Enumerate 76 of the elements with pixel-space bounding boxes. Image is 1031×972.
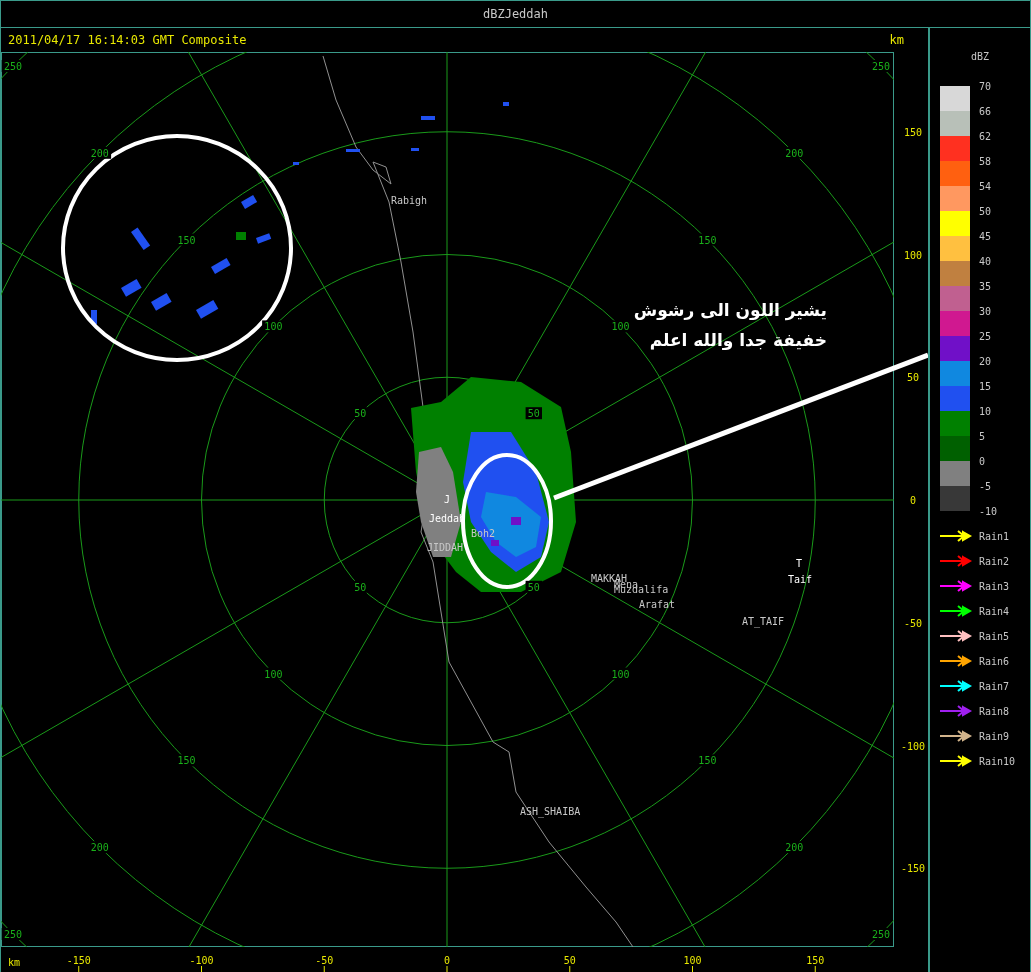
range-label: 50 [527, 408, 540, 420]
axis-tick-label: -150 [66, 955, 91, 966]
axis-tick-label: 0 [910, 495, 916, 506]
range-label: 50 [354, 581, 367, 593]
scale-label: 40 [979, 256, 992, 267]
scale-label: -5 [979, 481, 992, 492]
range-label: 250 [4, 929, 23, 940]
scale-label: 50 [979, 206, 992, 217]
scale-label: 54 [979, 181, 992, 192]
axis-tick-label: -50 [315, 955, 334, 966]
range-label: 200 [90, 842, 109, 854]
axis-tick-label: -150 [900, 863, 926, 875]
scale-label: 10 [979, 406, 992, 417]
place-label: Taif [788, 574, 813, 585]
scale-label: 45 [979, 231, 992, 242]
track-label: Rain10 [979, 756, 1016, 767]
track-label: Rain9 [979, 731, 1010, 742]
timestamp-label: 2011/04/17 16:14:03 GMT Composite [8, 32, 247, 49]
place-label: AT_TAIF [742, 616, 785, 627]
legend-title: dBZ [970, 51, 990, 62]
axis-tick-label: -50 [903, 617, 923, 629]
range-label: 50 [354, 408, 367, 420]
range-label: 100 [264, 321, 283, 333]
range-label: 150 [177, 234, 196, 246]
track-label: Rain1 [979, 531, 1010, 542]
axis-unit-label: km [8, 957, 21, 968]
scale-label: 0 [979, 456, 986, 467]
axis-tick-label: 0 [444, 955, 450, 966]
place-label: Arafat [639, 599, 676, 610]
place-label: ASH_SHAIBA [520, 806, 581, 817]
range-label: 250 [4, 61, 23, 72]
scale-label: 20 [979, 356, 992, 367]
range-label: 250 [871, 61, 890, 72]
range-label: 150 [698, 234, 717, 246]
scale-label: 62 [979, 131, 992, 142]
place-label: Rabigh [391, 195, 428, 206]
axis-tick-label: -100 [900, 740, 926, 752]
annotation-text: يشير اللون الى رشوش [633, 300, 827, 320]
scale-label: 25 [979, 331, 992, 342]
annotation-text: خفيفة جدا والله اعلم [649, 330, 827, 350]
axis-tick-label: 100 [903, 249, 923, 261]
axis-tick-label: 50 [907, 372, 919, 384]
range-label: 100 [611, 668, 630, 680]
track-label: Rain3 [979, 581, 1010, 592]
scale-label: 30 [979, 306, 992, 317]
scale-label: 5 [979, 431, 986, 442]
place-label: T [796, 558, 803, 569]
axis-tick-label: -100 [189, 955, 214, 966]
axis-unit-label: km [889, 32, 904, 49]
range-label: 200 [785, 842, 804, 854]
range-label: 200 [90, 147, 109, 159]
track-label: Rain4 [979, 606, 1010, 617]
range-label: 100 [264, 668, 283, 680]
range-label: 50 [527, 581, 540, 593]
track-label: Rain5 [979, 631, 1010, 642]
track-label: Rain7 [979, 681, 1010, 692]
range-label: 150 [698, 755, 717, 767]
scale-label: -10 [979, 506, 998, 517]
window-title: dBZJeddah [483, 6, 548, 23]
range-label: 150 [177, 755, 196, 767]
place-label: J [444, 494, 451, 505]
axis-tick-label: 150 [903, 126, 923, 138]
range-label: 100 [611, 321, 630, 333]
scale-label: 15 [979, 381, 992, 392]
axis-tick-label: 100 [683, 955, 702, 966]
track-label: Rain6 [979, 656, 1010, 667]
range-label: 200 [785, 147, 804, 159]
track-label: Rain2 [979, 556, 1010, 567]
range-label: 250 [871, 929, 890, 940]
track-label: Rain8 [979, 706, 1010, 717]
scale-label: 70 [979, 81, 992, 92]
axis-tick-label: 150 [806, 955, 825, 966]
scale-label: 66 [979, 106, 992, 117]
scale-label: 58 [979, 156, 992, 167]
axis-tick-label: 50 [563, 955, 576, 966]
scale-label: 35 [979, 281, 992, 292]
